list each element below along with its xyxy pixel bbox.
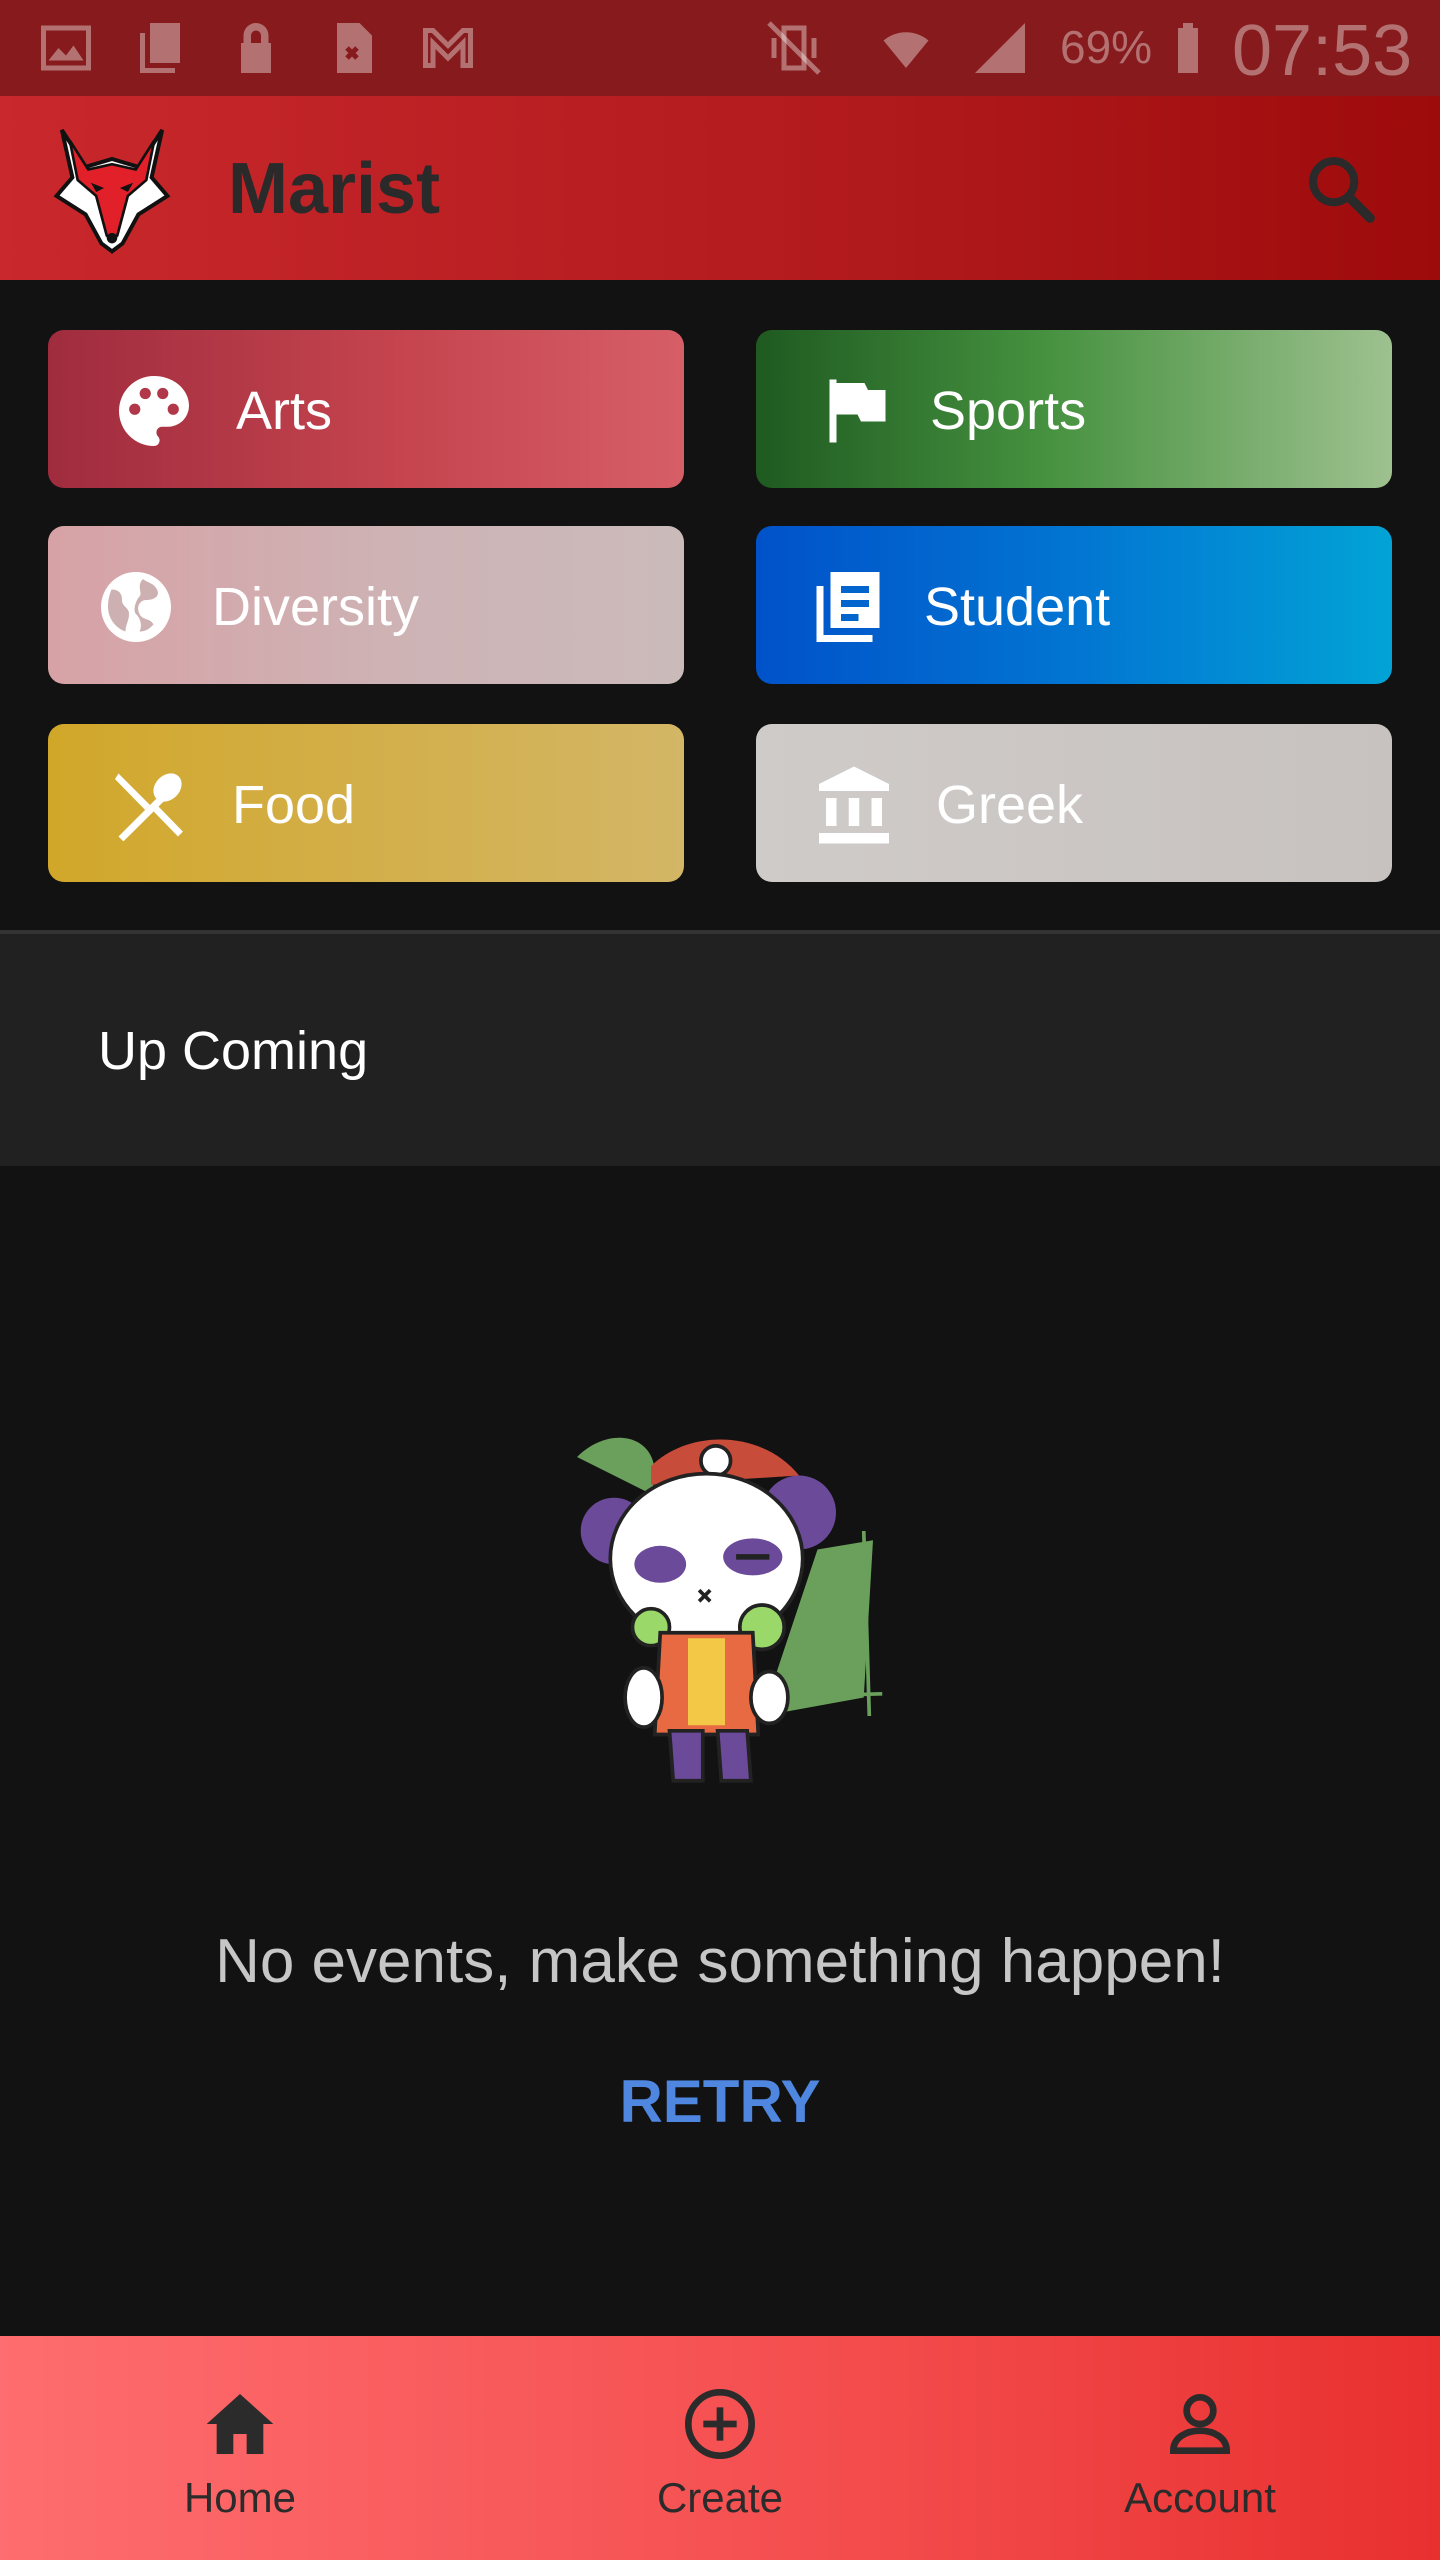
retry-button[interactable]: RETRY — [570, 2052, 870, 2152]
nav-home-label: Home — [183, 2474, 297, 2521]
category-label: Arts — [236, 381, 333, 441]
copy-notification-icon — [140, 23, 180, 73]
account-icon — [1169, 2394, 1231, 2454]
cellular-signal-icon — [975, 23, 1025, 73]
add-circle-icon — [685, 2389, 755, 2459]
nav-account[interactable]: Account — [1050, 2336, 1350, 2560]
file-error-notification-icon — [337, 23, 372, 73]
category-label: Student — [924, 577, 1111, 637]
category-student-button[interactable]: Student — [756, 526, 1392, 684]
battery-percent: 69% — [1060, 21, 1153, 73]
institution-icon — [819, 766, 889, 844]
clock: 07:53 — [1232, 11, 1413, 91]
palette-icon — [119, 376, 189, 446]
bottom-navigation: Home Create Account — [0, 2336, 1440, 2560]
category-diversity-button[interactable]: Diversity — [48, 526, 684, 684]
category-greek-button[interactable]: Greek — [756, 724, 1392, 882]
status-bar: 69% 07:53 — [0, 0, 1440, 96]
nav-create[interactable]: Create — [570, 2336, 870, 2560]
app-bar: Marist — [0, 96, 1440, 280]
vibrate-mute-icon — [767, 21, 821, 75]
category-label: Food — [232, 775, 356, 835]
nav-home[interactable]: Home — [90, 2336, 390, 2560]
globe-icon — [101, 572, 171, 642]
nav-create-label: Create — [656, 2474, 784, 2521]
red-fox-logo — [53, 128, 171, 254]
category-label: Greek — [936, 775, 1084, 835]
category-sports-button[interactable]: Sports — [756, 330, 1392, 488]
nav-account-label: Account — [1124, 2474, 1276, 2521]
search-icon[interactable] — [1302, 150, 1378, 226]
category-label: Sports — [930, 381, 1087, 441]
utensils-icon — [115, 773, 183, 842]
flag-icon — [829, 379, 886, 443]
panda-illustration — [577, 1437, 883, 1783]
upcoming-section-header: Up Coming — [0, 930, 1440, 1166]
home-icon — [206, 2394, 274, 2454]
upcoming-label: Up Coming — [98, 1021, 369, 1081]
category-arts-button[interactable]: Arts — [48, 330, 684, 488]
battery-icon — [1178, 23, 1198, 73]
lock-notification-icon — [241, 23, 271, 73]
app-title: Marist — [228, 149, 441, 229]
gmail-notification-icon — [423, 28, 473, 68]
category-food-button[interactable]: Food — [48, 724, 684, 882]
wifi-icon — [883, 32, 929, 68]
empty-state-message: No events, make something happen! — [215, 1927, 1225, 1996]
image-notification-icon — [41, 25, 91, 71]
category-label: Diversity — [212, 577, 420, 637]
newspaper-icon — [816, 572, 880, 642]
